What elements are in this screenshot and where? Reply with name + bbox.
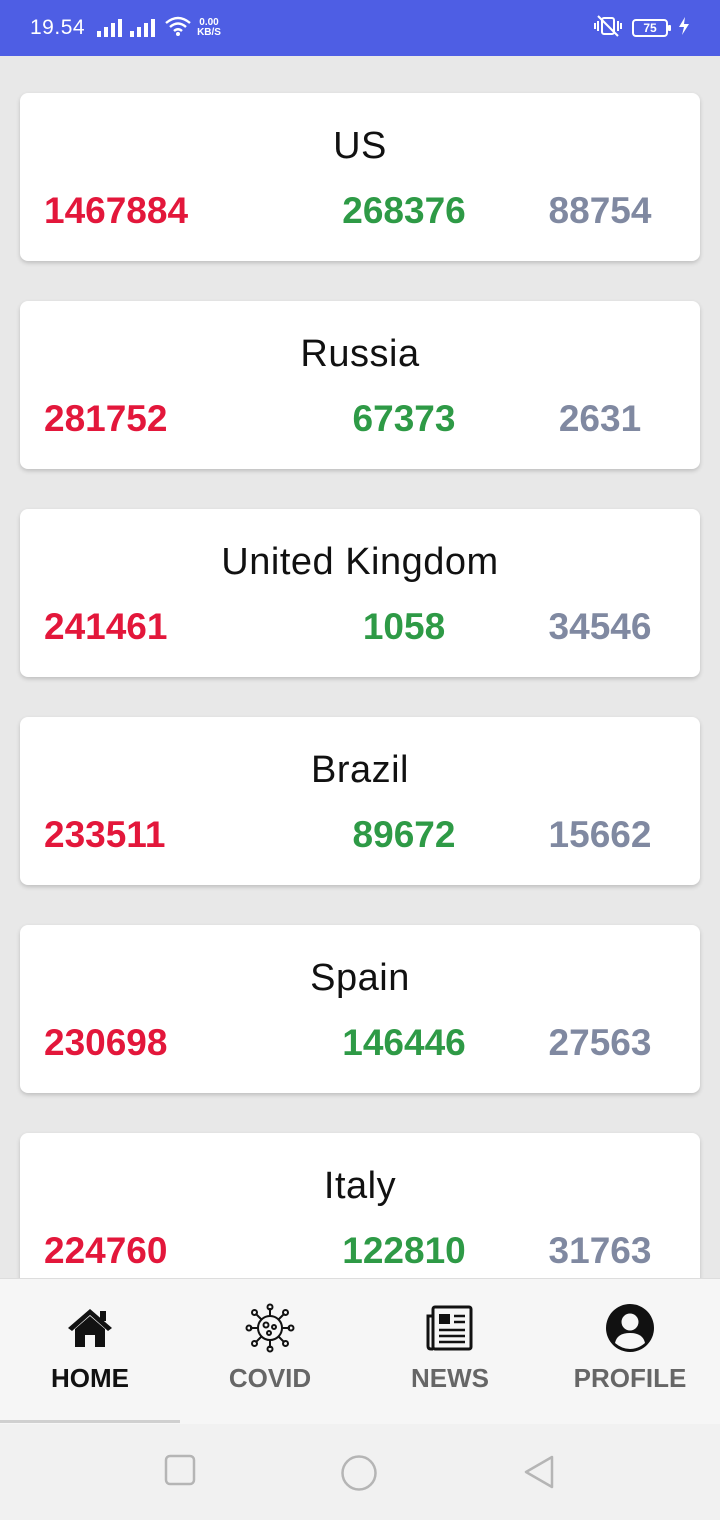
home-circle-icon[interactable] — [340, 1454, 378, 1497]
nav-news[interactable]: NEWS — [360, 1279, 540, 1425]
signal-icon — [130, 19, 156, 37]
country-card[interactable]: Russia 281752 67373 2631 — [20, 301, 700, 469]
deaths-count: 27563 — [548, 1022, 652, 1063]
country-card[interactable]: US 1467884 268376 88754 — [20, 93, 700, 261]
confirmed-count: 1467884 — [44, 190, 189, 231]
confirmed-count: 241461 — [44, 606, 168, 647]
recovered-count: 67373 — [352, 398, 456, 439]
nav-label-home: HOME — [51, 1363, 129, 1393]
nav-label-profile: PROFILE — [573, 1363, 687, 1393]
back-icon[interactable] — [522, 1454, 556, 1495]
recovered-count: 268376 — [342, 190, 466, 231]
signal-icon — [97, 19, 123, 37]
recovered-count: 122810 — [342, 1230, 466, 1271]
country-name: Russia — [300, 333, 420, 375]
country-card[interactable]: United Kingdom 241461 1058 34546 — [20, 509, 700, 677]
country-name: Italy — [323, 1165, 397, 1207]
charging-icon — [678, 16, 690, 40]
deaths-count: 15662 — [548, 814, 652, 855]
confirmed-count: 233511 — [44, 814, 166, 855]
virus-icon — [245, 1303, 295, 1353]
status-time: 19.54 — [30, 16, 86, 39]
status-bar: 19.54 0.00 KB/S 75 — [0, 0, 720, 56]
active-tab-indicator — [0, 1420, 180, 1423]
nav-home[interactable]: HOME — [0, 1279, 180, 1425]
system-navigation-bar — [0, 1424, 720, 1520]
nav-profile[interactable]: PROFILE — [540, 1279, 720, 1425]
deaths-count: 34546 — [548, 606, 652, 647]
country-card[interactable]: Spain 230698 146446 27563 — [20, 925, 700, 1093]
bottom-navigation: HOME COVID NEWS PROFILE — [0, 1278, 720, 1424]
recents-icon[interactable] — [164, 1454, 196, 1491]
country-name: Brazil — [310, 749, 410, 791]
battery-level: 75 — [643, 21, 657, 35]
wifi-icon — [165, 16, 191, 41]
confirmed-count: 230698 — [44, 1022, 168, 1063]
recovered-count: 89672 — [352, 814, 456, 855]
confirmed-count: 224760 — [44, 1230, 168, 1271]
deaths-count: 88754 — [548, 190, 652, 231]
recovered-count: 1058 — [362, 606, 446, 647]
network-speed: 0.00 KB/S — [197, 18, 221, 38]
vibrate-off-icon — [594, 14, 622, 42]
battery-icon: 75 — [632, 19, 671, 37]
confirmed-count: 281752 — [44, 398, 168, 439]
deaths-count: 31763 — [548, 1230, 652, 1271]
profile-icon — [605, 1303, 655, 1353]
country-name: United Kingdom — [221, 541, 499, 583]
country-name: Spain — [310, 957, 410, 999]
country-card[interactable]: Italy 224760 122810 31763 — [20, 1133, 700, 1278]
nav-label-news: NEWS — [411, 1363, 489, 1393]
network-speed-unit: KB/S — [197, 27, 221, 38]
deaths-count: 2631 — [558, 398, 642, 439]
nav-covid[interactable]: COVID — [180, 1279, 360, 1425]
country-name: US — [333, 125, 387, 167]
country-list[interactable]: US 1467884 268376 88754 Russia 281752 67… — [0, 56, 720, 1278]
country-card[interactable]: Brazil 233511 89672 15662 — [20, 717, 700, 885]
nav-label-covid: COVID — [228, 1363, 312, 1393]
newspaper-icon — [425, 1303, 475, 1353]
home-icon — [65, 1303, 115, 1353]
recovered-count: 146446 — [342, 1022, 466, 1063]
